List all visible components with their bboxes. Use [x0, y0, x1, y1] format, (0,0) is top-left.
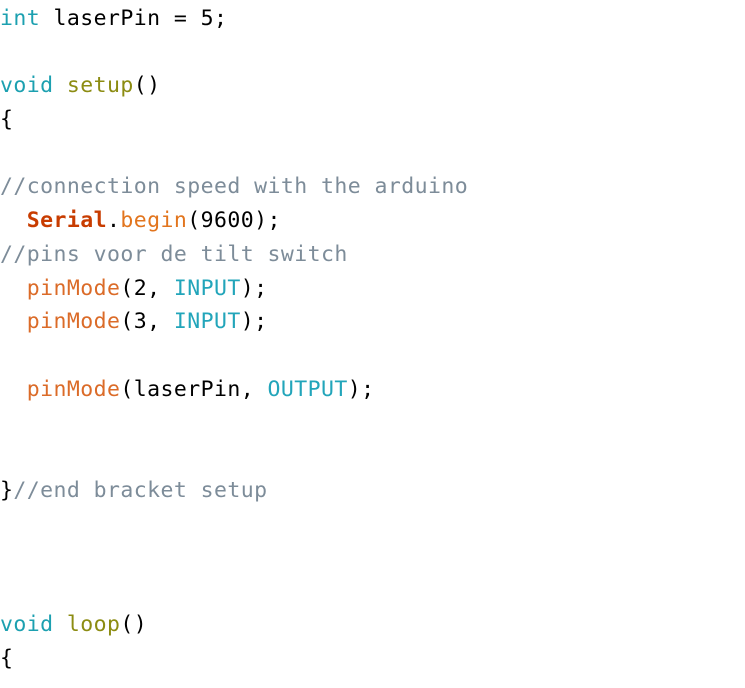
code-token-keyword: int: [0, 6, 41, 31]
code-line-blank[interactable]: ​: [0, 406, 745, 440]
code-token-function: setup: [66, 73, 134, 99]
code-token-plain: {: [0, 107, 14, 133]
code-line[interactable]: pinMode(3, INPUT);: [0, 305, 745, 339]
code-line[interactable]: }//end bracket setup: [0, 474, 745, 508]
code-token-plain: );: [240, 309, 268, 335]
code-token-comment: //pins voor de tilt switch: [0, 241, 348, 267]
code-token-plain: .: [107, 208, 121, 234]
code-token-plain: (3,: [120, 309, 174, 335]
code-line[interactable]: void setup(): [0, 69, 745, 103]
code-token-plain: }: [0, 477, 14, 503]
code-line[interactable]: //pins voor de tilt switch: [0, 238, 745, 272]
code-token-plain: (laserPin,: [120, 376, 268, 402]
code-line-blank[interactable]: ​: [0, 541, 745, 575]
code-token-keyword: void: [0, 612, 54, 638]
code-token-builtin: pinMode: [26, 376, 121, 402]
code-token-plain: );: [240, 275, 268, 301]
code-line[interactable]: void loop(): [0, 608, 745, 642]
code-line-blank[interactable]: ​: [0, 339, 745, 373]
code-line[interactable]: {: [0, 642, 745, 676]
code-token-plain: (): [120, 612, 148, 638]
code-line-blank[interactable]: ​: [0, 507, 745, 541]
code-token-function: loop: [66, 612, 121, 638]
code-line[interactable]: int laserPin = 5;: [0, 2, 745, 36]
code-token-constant: INPUT: [173, 275, 241, 301]
code-line-blank[interactable]: ​: [0, 36, 745, 70]
code-line[interactable]: pinMode(laserPin, OUTPUT);: [0, 373, 745, 407]
code-token-constant: INPUT: [173, 309, 241, 335]
code-token-plain: {: [0, 646, 14, 672]
code-token-builtin: pinMode: [26, 309, 121, 335]
code-token-constant: OUTPUT: [267, 376, 348, 402]
code-token-plain: );: [347, 376, 375, 402]
code-editor-listing[interactable]: int laserPin = 5;​void setup(){​//connec…: [0, 0, 745, 676]
code-line[interactable]: pinMode(2, INPUT);: [0, 272, 745, 306]
code-token-plain: (9600);: [187, 208, 281, 234]
code-line-blank[interactable]: ​: [0, 575, 745, 609]
code-line-blank[interactable]: ​: [0, 137, 745, 171]
code-line[interactable]: {: [0, 103, 745, 137]
code-token-builtin: pinMode: [26, 275, 121, 301]
code-line[interactable]: Serial.begin(9600);: [0, 204, 745, 238]
code-token-keyword: void: [0, 73, 54, 99]
code-token-plain: laserPin = 5;: [40, 6, 228, 31]
code-line[interactable]: //connection speed with the arduino: [0, 170, 745, 204]
code-token-comment: //connection speed with the arduino: [0, 174, 469, 200]
code-token-object: Serial: [26, 208, 107, 234]
code-token-method: begin: [120, 208, 188, 234]
code-token-plain: (): [133, 73, 161, 99]
code-line-blank[interactable]: ​: [0, 440, 745, 474]
code-token-plain: (2,: [120, 275, 174, 301]
code-token-comment: //end bracket setup: [13, 477, 268, 503]
